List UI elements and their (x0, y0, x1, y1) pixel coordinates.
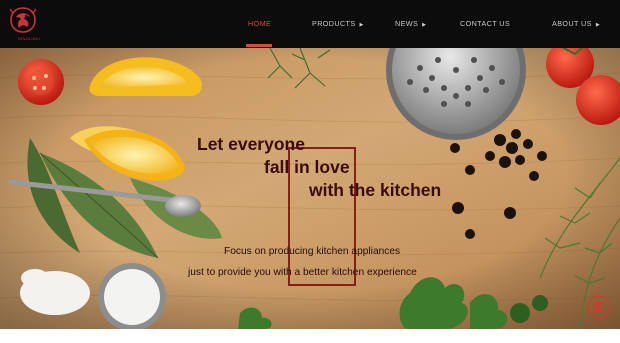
nav-label: NEWS (395, 19, 419, 28)
dragon-logo-icon (9, 7, 37, 33)
nav-label: CONTACT US (460, 19, 511, 28)
caret-right-icon: ▶ (359, 22, 364, 28)
logo-text: DINGLINXI (18, 36, 40, 41)
nav-home[interactable]: HOME (248, 0, 271, 48)
hero-banner: Let everyone fall in love with the kitch… (0, 48, 620, 329)
caret-right-icon: ▶ (422, 22, 427, 28)
headline-line-1: Let everyone (197, 134, 305, 154)
nav-label: PRODUCTS (312, 19, 356, 28)
headline-line-2: fall in love (264, 157, 350, 177)
nav-news[interactable]: NEWS ▶ (395, 0, 426, 48)
brand-logo[interactable]: DINGLINXI (6, 5, 40, 43)
page-bottom-strip (0, 329, 620, 343)
nav-contact-us[interactable]: CONTACT US (460, 0, 510, 48)
tagline-line-2: just to provide you with a better kitche… (188, 267, 417, 278)
nav-products[interactable]: PRODUCTS ▶ (312, 0, 364, 48)
tagline-line-1: Focus on producing kitchen appliances (224, 246, 401, 257)
nav-about-us[interactable]: ABOUT US ▶ (552, 0, 600, 48)
caret-right-icon: ▶ (595, 22, 601, 28)
navbar: DINGLINXI HOME PRODUCTS ▶ NEWS ▶ CONTACT U… (0, 0, 620, 48)
nav-label: ABOUT US (552, 19, 592, 28)
headline-line-3: with the kitchen (309, 180, 442, 200)
active-indicator (246, 44, 272, 47)
nav-label: HOME (248, 19, 272, 28)
